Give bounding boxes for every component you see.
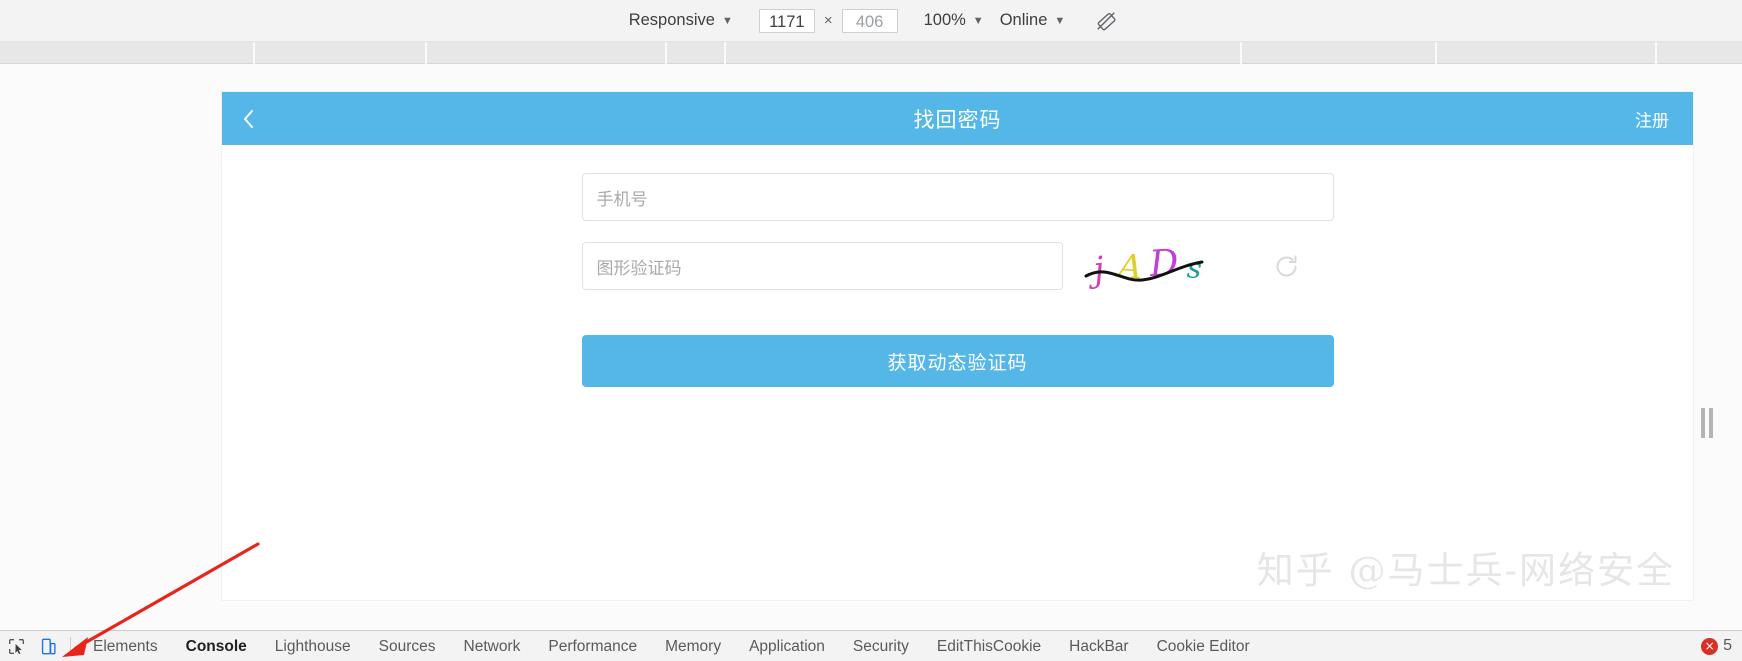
- page-frame: 找回密码 注册 手机号 图形验证码 j A D s 获取动态验证码 知乎 @马士…: [222, 92, 1693, 600]
- page-title: 找回密码: [913, 107, 1002, 132]
- devtools-status-area: × 5: [1701, 637, 1742, 655]
- error-badge-icon[interactable]: ×: [1701, 637, 1719, 655]
- devtools-tab-bar: Elements Console Lighthouse Sources Netw…: [0, 630, 1742, 661]
- chevron-down-icon: ▼: [721, 15, 733, 27]
- phone-input-placeholder: 手机号: [596, 189, 648, 210]
- tab-cookie-editor[interactable]: Cookie Editor: [1143, 631, 1264, 661]
- tab-lighthouse[interactable]: Lighthouse: [261, 631, 365, 661]
- page-body: 手机号 图形验证码 j A D s 获取动态验证码 知乎 @马士兵-网络安全: [222, 145, 1693, 600]
- tab-editthiscookie[interactable]: EditThisCookie: [923, 631, 1055, 661]
- register-link[interactable]: 注册: [1635, 106, 1669, 131]
- captcha-input[interactable]: 图形验证码: [581, 242, 1063, 290]
- viewport-width-resize-handle[interactable]: [1700, 404, 1713, 442]
- devtools-tabs: Elements Console Lighthouse Sources Netw…: [79, 631, 1264, 661]
- emulated-viewport-area: 找回密码 注册 手机号 图形验证码 j A D s 获取动态验证码 知乎 @马士…: [0, 64, 1742, 630]
- handle-bar: [1708, 408, 1713, 438]
- viewport-height-input[interactable]: 406: [841, 8, 898, 33]
- viewport-ruler[interactable]: [0, 42, 1742, 64]
- tab-network[interactable]: Network: [450, 631, 535, 661]
- ruler-tick: [1240, 42, 1242, 64]
- rotate-device-glyph: [1097, 11, 1116, 30]
- tab-memory[interactable]: Memory: [651, 631, 735, 661]
- zoom-label: 100%: [923, 11, 966, 29]
- tab-performance[interactable]: Performance: [534, 631, 651, 661]
- handle-bar: [1700, 408, 1705, 438]
- ruler-tick: [253, 42, 255, 64]
- toggle-device-toolbar-button[interactable]: [32, 631, 64, 661]
- rotate-device-icon[interactable]: [1091, 6, 1121, 36]
- back-button[interactable]: [222, 92, 276, 145]
- captcha-glyphs: j A D s: [1084, 242, 1203, 290]
- zoom-select[interactable]: 100% ▼: [916, 8, 992, 33]
- page-header: 找回密码 注册: [222, 92, 1693, 145]
- viewport-size-group: 1171 × 406: [757, 8, 900, 33]
- error-count: 5: [1723, 637, 1732, 654]
- device-preset-label: Responsive: [628, 11, 715, 29]
- zhihu-watermark: 知乎 @马士兵-网络安全: [1256, 549, 1675, 592]
- ruler-tick: [724, 42, 726, 64]
- dimension-separator: ×: [823, 12, 833, 29]
- ruler-tick: [1655, 42, 1657, 64]
- device-mode-toolbar: Responsive ▼ 1171 × 406 100% ▼ Online ▼: [0, 0, 1742, 42]
- toolbar-divider: [70, 637, 71, 655]
- throttling-select[interactable]: Online ▼: [992, 8, 1074, 33]
- phone-input[interactable]: 手机号: [581, 173, 1334, 221]
- tab-elements[interactable]: Elements: [79, 631, 172, 661]
- refresh-icon: [1276, 254, 1297, 276]
- captcha-char-4: s: [1185, 251, 1203, 285]
- viewport-width-input[interactable]: 1171: [758, 8, 815, 33]
- ruler-tick: [1435, 42, 1437, 64]
- get-sms-code-button[interactable]: 获取动态验证码: [581, 335, 1334, 387]
- ruler-tick: [665, 42, 667, 64]
- tab-application[interactable]: Application: [735, 631, 839, 661]
- inspect-element-button[interactable]: [0, 631, 32, 661]
- device-toolbar-icon: [41, 638, 56, 654]
- chevron-left-icon: [244, 109, 253, 128]
- tab-security[interactable]: Security: [839, 631, 923, 661]
- tab-hackbar[interactable]: HackBar: [1055, 631, 1142, 661]
- chevron-down-icon: ▼: [1054, 15, 1066, 27]
- refresh-captcha-button[interactable]: [1267, 246, 1307, 286]
- device-emulation-screen: Responsive ▼ 1171 × 406 100% ▼ Online ▼: [0, 0, 1742, 661]
- tab-sources[interactable]: Sources: [365, 631, 450, 661]
- captcha-input-placeholder: 图形验证码: [596, 258, 682, 279]
- chevron-down-icon: ▼: [972, 15, 984, 27]
- captcha-image[interactable]: j A D s: [1082, 242, 1233, 290]
- throttling-label: Online: [999, 11, 1048, 29]
- recover-password-form: 手机号 图形验证码 j A D s 获取动态验证码: [581, 173, 1334, 387]
- captcha-row: 图形验证码 j A D s: [581, 242, 1334, 290]
- device-preset-select[interactable]: Responsive ▼: [621, 8, 741, 33]
- inspect-element-icon: [8, 638, 24, 654]
- tab-console[interactable]: Console: [172, 631, 261, 661]
- captcha-char-1: j: [1084, 249, 1106, 290]
- ruler-tick: [425, 42, 427, 64]
